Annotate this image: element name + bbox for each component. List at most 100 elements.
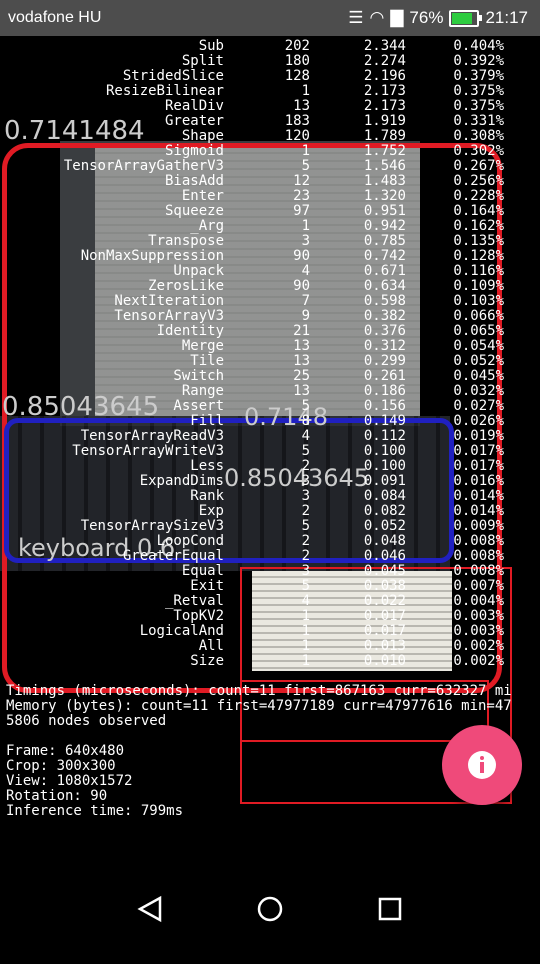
op-name: TensorArrayV3 — [114, 308, 224, 324]
op-avg-ms: 0.038 — [363, 578, 406, 594]
stats-row: TensorArrayReadV3 4 0.112 0.019% — [0, 429, 540, 444]
stats-row: Unpack 4 0.671 0.116% — [0, 264, 540, 279]
op-avg-ms: 1.752 — [363, 143, 406, 159]
stats-row: Less 2 0.100 0.017% — [0, 459, 540, 474]
op-avg-ms: 0.022 — [363, 593, 406, 609]
op-percent: 0.135% — [453, 233, 504, 249]
op-percent: 0.379% — [453, 68, 504, 84]
op-avg-ms: 0.671 — [363, 263, 406, 279]
op-count: 5 — [301, 158, 310, 174]
op-avg-ms: 0.082 — [363, 503, 406, 519]
memory-line: Memory (bytes): count=11 first=47977189 … — [6, 698, 512, 714]
op-name: Assert — [173, 398, 224, 414]
status-bar: vodafone HU ☰ ◠ ▇ 76% 21:17 — [0, 0, 540, 36]
stats-row: BiasAdd 12 1.483 0.256% — [0, 174, 540, 189]
stats-row: Exp 2 0.082 0.014% — [0, 504, 540, 519]
op-count: 97 — [293, 203, 310, 219]
op-avg-ms: 0.010 — [363, 653, 406, 669]
op-percent: 0.392% — [453, 53, 504, 69]
op-count: 4 — [301, 593, 310, 609]
op-name: All — [198, 638, 224, 654]
stats-row: ResizeBilinear 1 2.173 0.375% — [0, 84, 540, 99]
op-count: 3 — [301, 233, 310, 249]
op-count: 3 — [301, 488, 310, 504]
stats-row: _Retval 4 0.022 0.004% — [0, 594, 540, 609]
stats-row: LogicalAnd 1 0.017 0.003% — [0, 624, 540, 639]
op-count: 9 — [301, 308, 310, 324]
stats-row: Equal 3 0.045 0.008% — [0, 564, 540, 579]
op-name: TensorArrayReadV3 — [80, 428, 224, 444]
op-avg-ms: 0.299 — [363, 353, 406, 369]
info-button[interactable] — [442, 725, 522, 805]
op-percent: 0.027% — [453, 398, 504, 414]
op-percent: 0.164% — [453, 203, 504, 219]
op-count: 2 — [301, 548, 310, 564]
stats-row: TensorArrayV3 9 0.382 0.066% — [0, 309, 540, 324]
nav-icons — [137, 895, 402, 923]
op-percent: 0.128% — [453, 248, 504, 264]
op-name: LogicalAnd — [139, 623, 224, 639]
op-percent: 0.045% — [453, 368, 504, 384]
stats-row: Sub 202 2.344 0.404% — [0, 39, 540, 54]
op-percent: 0.008% — [453, 533, 504, 549]
op-avg-ms: 0.149 — [363, 413, 406, 429]
stats-row: TensorArrayGatherV3 5 1.546 0.267% — [0, 159, 540, 174]
op-percent: 0.007% — [453, 578, 504, 594]
op-count: 90 — [293, 248, 310, 264]
op-percent: 0.002% — [453, 638, 504, 654]
recents-icon[interactable] — [378, 897, 402, 921]
op-name: Sigmoid — [164, 143, 224, 159]
op-avg-ms: 0.100 — [363, 458, 406, 474]
stats-row: Squeeze 97 0.951 0.164% — [0, 204, 540, 219]
op-count: 8 — [301, 413, 310, 429]
op-count: 1 — [301, 83, 310, 99]
op-percent: 0.017% — [453, 458, 504, 474]
view-line: View: 1080x1572 — [6, 773, 133, 789]
op-percent: 0.004% — [453, 593, 504, 609]
op-count: 25 — [293, 368, 310, 384]
stats-row: NonMaxSuppression 90 0.742 0.128% — [0, 249, 540, 264]
op-avg-ms: 0.742 — [363, 248, 406, 264]
op-avg-ms: 0.634 — [363, 278, 406, 294]
stats-row: ZerosLike 90 0.634 0.109% — [0, 279, 540, 294]
op-count: 13 — [293, 338, 310, 354]
op-avg-ms: 2.196 — [363, 68, 406, 84]
op-name: Squeeze — [164, 203, 224, 219]
op-name: Rank — [190, 488, 224, 504]
op-avg-ms: 1.546 — [363, 158, 406, 174]
op-name: Equal — [181, 563, 224, 579]
op-count: 128 — [284, 68, 310, 84]
vibrate-icon: ☰ — [348, 8, 364, 27]
op-name: _Retval — [164, 593, 224, 609]
stats-row: TensorArrayWriteV3 5 0.100 0.017% — [0, 444, 540, 459]
op-count: 1 — [301, 608, 310, 624]
op-count: 13 — [293, 383, 310, 399]
op-count: 21 — [293, 323, 310, 339]
op-percent: 0.008% — [453, 548, 504, 564]
home-icon[interactable] — [257, 896, 283, 922]
op-percent: 0.162% — [453, 218, 504, 234]
op-count: 1 — [301, 623, 310, 639]
op-name: TopKV2 — [173, 608, 224, 624]
op-percent: 0.017% — [453, 443, 504, 459]
navigation-bar — [0, 880, 540, 960]
op-count: 2 — [301, 533, 310, 549]
op-avg-ms: 2.344 — [363, 38, 406, 54]
stats-row: GreaterEqual 2 0.046 0.008% — [0, 549, 540, 564]
op-name: Split — [181, 53, 224, 69]
op-name: Sub — [198, 38, 224, 54]
info-icon — [468, 751, 496, 779]
stats-row: Transpose 3 0.785 0.135% — [0, 234, 540, 249]
op-name: Size — [190, 653, 224, 669]
op-count: 202 — [284, 38, 310, 54]
back-icon[interactable] — [137, 895, 162, 923]
op-count: 183 — [284, 113, 310, 129]
op-name: Tile — [190, 353, 224, 369]
stats-row: StridedSlice 128 2.196 0.379% — [0, 69, 540, 84]
battery-percent: 76% — [409, 8, 444, 27]
crop-line: Crop: 300x300 — [6, 758, 116, 774]
op-avg-ms: 0.261 — [363, 368, 406, 384]
op-count: 4 — [301, 263, 310, 279]
op-count: 120 — [284, 128, 310, 144]
op-count: 13 — [293, 353, 310, 369]
